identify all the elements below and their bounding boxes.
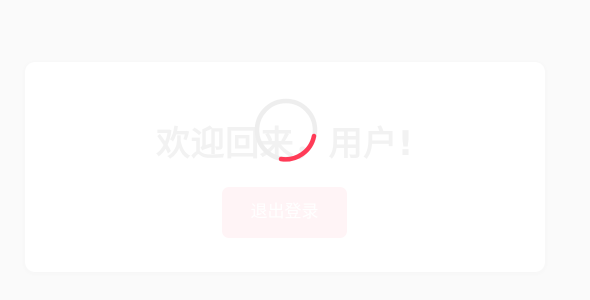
loading-spinner-icon: [254, 98, 318, 162]
page: 欢迎回来，用户! 退出登录: [0, 0, 590, 300]
loading-spinner-arc: [278, 133, 317, 162]
